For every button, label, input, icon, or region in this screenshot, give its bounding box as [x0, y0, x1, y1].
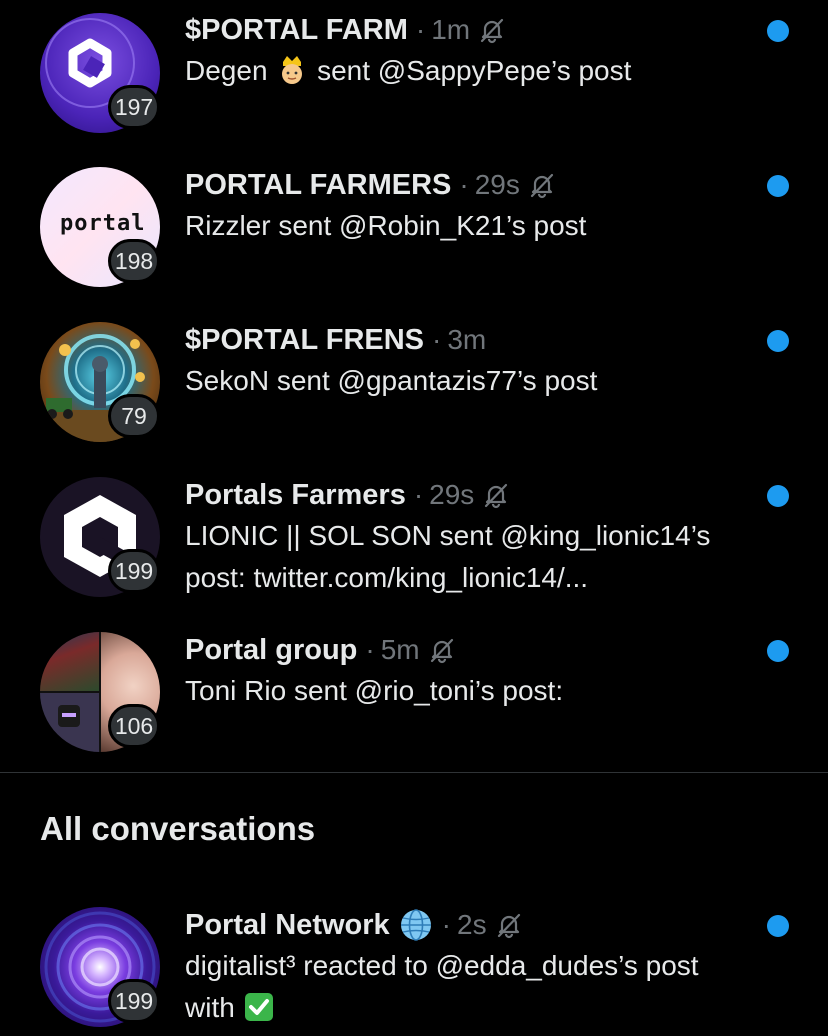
section-title: All conversations — [40, 810, 316, 847]
message-preview: LIONIC || SOL SON sent @king_lionic14’s … — [185, 515, 785, 599]
group-name: Portal group — [185, 633, 358, 666]
crown-person-emoji — [275, 52, 309, 98]
message-preview: Toni Rio sent @rio_toni’s post: — [185, 675, 564, 706]
group-name: Portals Farmers — [185, 478, 406, 511]
member-count-badge: 79 — [108, 394, 160, 438]
message-preview: SekoN sent @gpantazis77’s post — [185, 365, 598, 396]
bell-muted-icon — [530, 173, 553, 199]
bell-muted-icon — [481, 18, 504, 44]
unread-dot — [767, 640, 789, 662]
separator: · — [432, 324, 442, 355]
conversation-item[interactable]: 106 Portal group · 5m Toni Rio sent @rio… — [0, 620, 828, 770]
separator: · — [459, 169, 469, 200]
message-preview-line: post: twitter.com/king_lionic14/... — [185, 562, 589, 593]
member-count-badge: 199 — [108, 549, 160, 593]
unread-dot — [767, 485, 789, 507]
globe-icon — [400, 909, 431, 941]
timestamp: 5m — [380, 634, 420, 665]
message-preview-line: with — [185, 987, 785, 1035]
separator: · — [365, 634, 375, 665]
bell-muted-icon — [485, 483, 508, 509]
conversation-item[interactable]: 79 $PORTAL FRENS · 3m SekoN sent @gpanta… — [0, 310, 828, 460]
check-mark-button-emoji — [243, 991, 275, 1035]
section-divider — [0, 772, 828, 773]
message-preview-line: LIONIC || SOL SON sent @king_lionic14’s — [185, 520, 711, 551]
unread-dot — [767, 20, 789, 42]
conversation-item[interactable]: portal 198 PORTAL FARMERS · 29s Rizzler … — [0, 155, 828, 305]
group-name: Portal Network — [185, 908, 390, 941]
timestamp: 1m — [431, 14, 471, 45]
group-name: $PORTAL FARM — [185, 13, 408, 46]
message-preview-line: digitalist³ reacted to @edda_dudes’s pos… — [185, 950, 699, 981]
message-preview: digitalist³ reacted to @edda_dudes’s pos… — [185, 945, 785, 1035]
message-preview: Degen sent @SappyPepe’s post — [185, 50, 785, 98]
unread-dot — [767, 915, 789, 937]
timestamp: 3m — [447, 324, 487, 355]
conversation-item[interactable]: 199 Portal Network · 2s digitalist³ reac… — [0, 895, 828, 1036]
unread-dot — [767, 175, 789, 197]
timestamp: 2s — [457, 909, 487, 940]
member-count-badge: 198 — [108, 239, 160, 283]
bell-muted-icon — [497, 913, 520, 939]
member-count-badge: 199 — [108, 979, 160, 1023]
member-count-badge: 197 — [108, 85, 160, 129]
timestamp: 29s — [429, 479, 475, 510]
message-preview: Rizzler sent @Robin_K21’s post — [185, 210, 587, 241]
collage-photo — [40, 693, 99, 752]
avatar-logo-text: portal — [60, 211, 146, 236]
collage-photo — [40, 632, 99, 691]
separator: · — [415, 14, 426, 45]
unread-dot — [767, 330, 789, 352]
bell-muted-icon — [430, 638, 453, 664]
member-count-badge: 106 — [108, 704, 160, 748]
separator: · — [413, 479, 424, 510]
timestamp: 29s — [474, 169, 520, 200]
conversation-item[interactable]: 197 $PORTAL FARM · 1m Degen sent @SappyP… — [0, 0, 828, 150]
group-name: PORTAL FARMERS — [185, 168, 452, 201]
separator: · — [441, 909, 451, 940]
conversation-item[interactable]: 199 Portals Farmers · 29s LIONIC || SOL … — [0, 465, 828, 605]
group-name: $PORTAL FRENS — [185, 323, 425, 356]
